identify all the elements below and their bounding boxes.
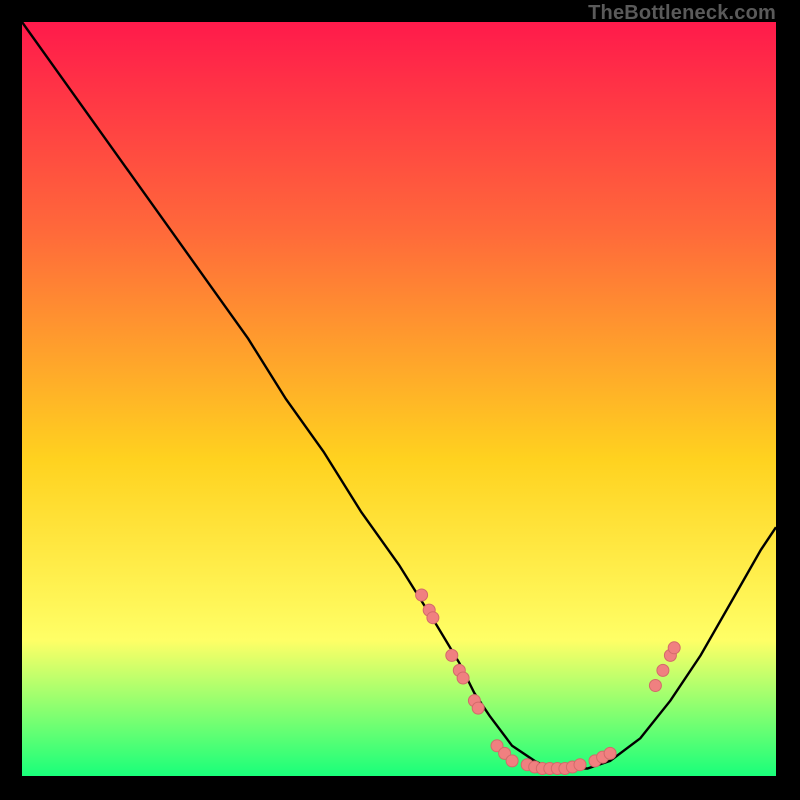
data-marker	[506, 755, 518, 767]
data-marker	[472, 702, 484, 714]
bottleneck-chart	[22, 22, 776, 776]
data-marker	[416, 589, 428, 601]
data-marker	[668, 642, 680, 654]
data-marker	[427, 612, 439, 624]
gradient-background	[22, 22, 776, 776]
data-marker	[457, 672, 469, 684]
data-marker	[604, 747, 616, 759]
data-marker	[574, 759, 586, 771]
chart-frame	[22, 22, 776, 776]
data-marker	[649, 680, 661, 692]
data-marker	[657, 664, 669, 676]
data-marker	[446, 649, 458, 661]
